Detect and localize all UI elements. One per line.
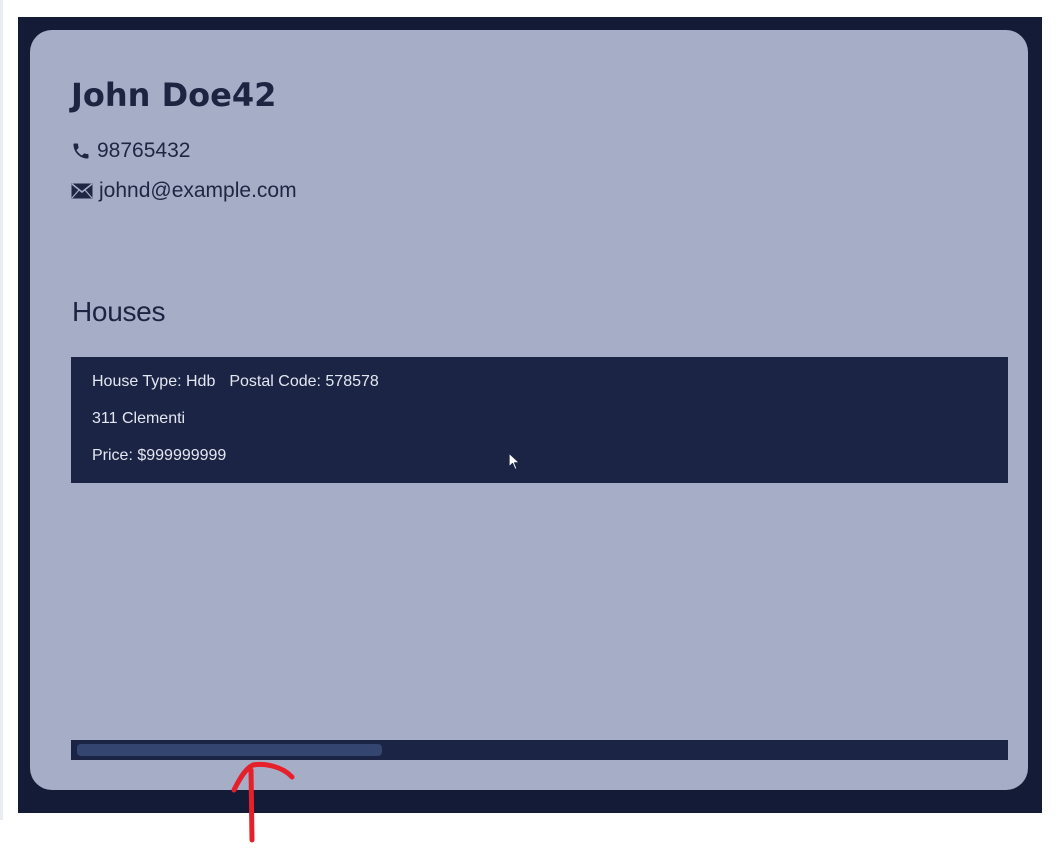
house-type-postal-line: House Type: Hdb Postal Code: 578578 (92, 372, 1008, 409)
window-edge (0, 0, 3, 820)
app-window: John Doe42 98765432 johnd@example.com Ho… (18, 17, 1042, 813)
email-address: johnd@example.com (99, 179, 297, 202)
house-price: Price: $999999999 (92, 447, 227, 464)
house-list-item[interactable]: House Type: Hdb Postal Code: 578578 311 C… (71, 357, 1008, 483)
houses-heading: Houses (72, 296, 166, 327)
person-detail-panel: John Doe42 98765432 johnd@example.com Ho… (30, 30, 1028, 790)
email-row: johnd@example.com (71, 179, 297, 203)
scrollbar-thumb[interactable] (77, 744, 382, 756)
house-type: House Type: Hdb (92, 373, 216, 390)
phone-row: 98765432 (71, 139, 190, 163)
postal-code: Postal Code: 578578 (229, 373, 379, 390)
envelope-icon (71, 183, 93, 199)
phone-icon (71, 141, 91, 161)
mouse-pointer-icon (508, 452, 521, 475)
phone-number: 98765432 (97, 139, 191, 162)
red-arrow-annotation-icon (224, 760, 304, 849)
horizontal-scrollbar[interactable] (71, 740, 1008, 760)
person-name: John Doe42 (71, 76, 277, 114)
house-address: 311 Clementi (92, 410, 186, 427)
